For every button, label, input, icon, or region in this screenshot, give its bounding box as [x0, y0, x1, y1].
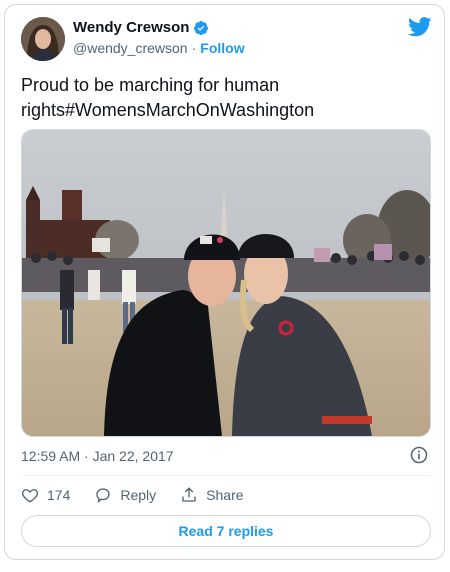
author-handle-row: @wendy_crewson · Follow — [73, 40, 245, 56]
reply-label: Reply — [120, 487, 157, 503]
verified-badge-icon — [194, 20, 209, 35]
author-display-name[interactable]: Wendy Crewson — [73, 19, 189, 36]
share-button[interactable]: Share — [180, 483, 244, 507]
tweet-actions: 174 Reply Share — [21, 483, 268, 507]
info-icon[interactable] — [409, 445, 429, 465]
tweet-photo[interactable] — [21, 129, 431, 437]
tweet-card: Wendy Crewson @wendy_crewson · Follow Pr… — [4, 4, 445, 560]
reply-icon — [96, 488, 111, 503]
march-photo-image — [22, 130, 430, 436]
divider — [21, 475, 431, 476]
tweet-text: Proud to be marching for human rights#Wo… — [21, 75, 315, 120]
read-replies-button[interactable]: Read 7 replies — [21, 515, 431, 547]
share-icon — [182, 487, 196, 502]
avatar[interactable] — [21, 17, 65, 61]
heart-icon — [21, 489, 39, 503]
reply-button[interactable]: Reply — [94, 483, 156, 507]
author-handle[interactable]: @wendy_crewson — [73, 40, 188, 56]
share-label: Share — [206, 487, 244, 503]
tweet-timestamp[interactable]: 12:59 AM · Jan 22, 2017 — [21, 448, 174, 464]
like-button[interactable]: 174 — [21, 483, 70, 507]
separator-dot: · — [191, 40, 197, 56]
follow-button[interactable]: Follow — [200, 40, 244, 56]
like-count: 174 — [47, 487, 71, 503]
twitter-bird-icon[interactable] — [408, 17, 432, 37]
author-name-row: Wendy Crewson — [73, 19, 209, 36]
